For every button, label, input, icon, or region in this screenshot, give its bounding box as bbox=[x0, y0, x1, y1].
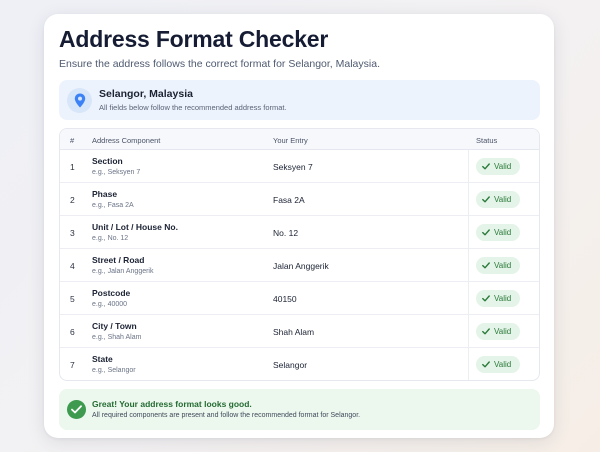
status-label: Valid bbox=[494, 360, 512, 369]
table-row: 7 State e.g., Selangor Selangor Valid bbox=[60, 348, 539, 380]
column-divider bbox=[468, 282, 469, 314]
region-info-banner: Selangor, Malaysia All fields below foll… bbox=[59, 80, 540, 120]
checkmark-icon bbox=[482, 328, 490, 335]
success-description: All required components are present and … bbox=[92, 412, 361, 419]
component-name: Postcode bbox=[92, 288, 131, 298]
column-divider bbox=[468, 249, 469, 281]
component-name: Section bbox=[92, 156, 123, 166]
entry-value: Fasa 2A bbox=[273, 195, 305, 205]
row-number: 7 bbox=[70, 360, 75, 370]
status-badge: Valid bbox=[476, 323, 520, 340]
column-divider bbox=[468, 216, 469, 248]
table-row: 2 Phase e.g., Fasa 2A Fasa 2A Valid bbox=[60, 183, 539, 216]
column-divider bbox=[468, 348, 469, 380]
checkmark-icon bbox=[482, 229, 490, 236]
component-name: Unit / Lot / House No. bbox=[92, 222, 178, 232]
component-example: e.g., Selangor bbox=[92, 367, 136, 374]
component-name: State bbox=[92, 354, 113, 364]
column-divider bbox=[468, 183, 469, 215]
row-number: 5 bbox=[70, 294, 75, 304]
component-name: Phase bbox=[92, 189, 118, 199]
row-number: 3 bbox=[70, 228, 75, 238]
row-number: 4 bbox=[70, 261, 75, 271]
entry-value: No. 12 bbox=[273, 228, 299, 238]
status-badge: Valid bbox=[476, 224, 520, 241]
table-row: 4 Street / Road e.g., Jalan Anggerik Jalan … bbox=[60, 249, 539, 282]
checkmark-icon bbox=[482, 361, 490, 368]
checkmark-icon bbox=[482, 295, 490, 302]
header-number: # bbox=[70, 136, 75, 145]
status-label: Valid bbox=[494, 195, 512, 204]
status-label: Valid bbox=[494, 162, 512, 171]
table-row: 1 Section e.g., Seksyen 7 Seksyen 7 Valid bbox=[60, 150, 539, 183]
component-example: e.g., Jalan Anggerik bbox=[92, 268, 154, 275]
status-label: Valid bbox=[494, 261, 512, 270]
component-name: City / Town bbox=[92, 321, 137, 331]
status-badge: Valid bbox=[476, 356, 520, 373]
row-number: 1 bbox=[70, 162, 75, 172]
checkmark-icon bbox=[482, 163, 490, 170]
table-header: # Address Component Your Entry Status bbox=[60, 129, 539, 150]
row-number: 2 bbox=[70, 195, 75, 205]
status-label: Valid bbox=[494, 228, 512, 237]
location-pin-icon bbox=[67, 88, 92, 113]
component-example: e.g., Fasa 2A bbox=[92, 202, 134, 209]
component-example: e.g., 40000 bbox=[92, 301, 128, 308]
column-divider bbox=[468, 150, 469, 182]
header-entry: Your Entry bbox=[273, 136, 308, 145]
page-title: Address Format Checker bbox=[59, 26, 329, 52]
check-circle-icon bbox=[67, 400, 86, 419]
region-title: Selangor, Malaysia bbox=[99, 88, 193, 100]
page-subtitle: Ensure the address follows the correct f… bbox=[59, 58, 380, 70]
success-title: Great! Your address format looks good. bbox=[92, 399, 252, 409]
table-row: 6 City / Town e.g., Shah Alam Shah Alam Vali… bbox=[60, 315, 539, 348]
status-badge: Valid bbox=[476, 290, 520, 307]
region-description: All fields below follow the recommended … bbox=[99, 103, 287, 112]
header-component: Address Component bbox=[92, 136, 161, 145]
success-banner: Great! Your address format looks good. A… bbox=[59, 389, 540, 430]
address-table: # Address Component Your Entry Status 1 S… bbox=[59, 128, 540, 381]
table-body: 1 Section e.g., Seksyen 7 Seksyen 7 Valid 2 Ph… bbox=[60, 150, 539, 380]
status-label: Valid bbox=[494, 294, 512, 303]
status-badge: Valid bbox=[476, 257, 520, 274]
entry-value: 40150 bbox=[273, 294, 297, 304]
checkmark-icon bbox=[482, 262, 490, 269]
column-divider bbox=[468, 315, 469, 347]
header-status: Status bbox=[476, 136, 498, 145]
row-number: 6 bbox=[70, 327, 75, 337]
entry-value: Shah Alam bbox=[273, 327, 315, 337]
address-checker-card: Address Format Checker Ensure the addres… bbox=[44, 14, 554, 438]
component-example: e.g., Shah Alam bbox=[92, 334, 142, 341]
status-badge: Valid bbox=[476, 191, 520, 208]
table-row: 5 Postcode e.g., 40000 40150 Valid bbox=[60, 282, 539, 315]
table-row: 3 Unit / Lot / House No. e.g., No. 12 No. 1… bbox=[60, 216, 539, 249]
entry-value: Jalan Anggerik bbox=[273, 261, 329, 271]
checkmark-icon bbox=[482, 196, 490, 203]
status-badge: Valid bbox=[476, 158, 520, 175]
entry-value: Selangor bbox=[273, 360, 308, 370]
component-example: e.g., No. 12 bbox=[92, 235, 129, 242]
component-example: e.g., Seksyen 7 bbox=[92, 169, 141, 176]
component-name: Street / Road bbox=[92, 255, 145, 265]
status-label: Valid bbox=[494, 327, 512, 336]
entry-value: Seksyen 7 bbox=[273, 162, 313, 172]
